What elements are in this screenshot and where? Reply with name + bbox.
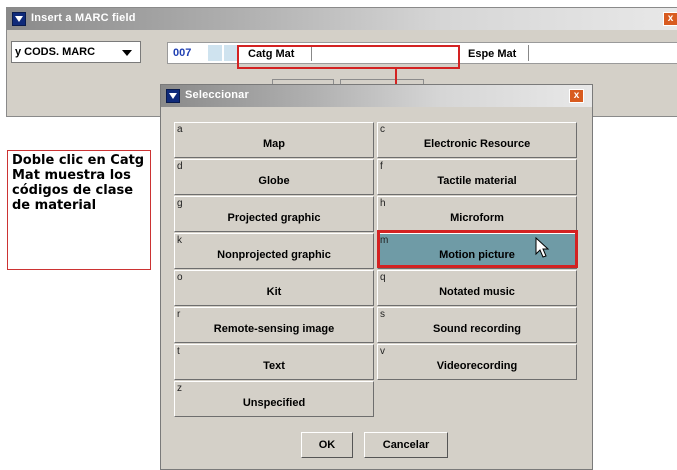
app-icon: [166, 89, 180, 103]
select-dialog: Seleccionar x a Map c Electronic Resourc…: [160, 84, 593, 470]
material-options-grid: a Map c Electronic Resource d Globe f Ta…: [174, 122, 578, 422]
option-sound-recording[interactable]: s Sound recording: [377, 307, 577, 343]
option-nonprojected-graphic[interactable]: k Nonprojected graphic: [174, 233, 374, 269]
option-notated-music[interactable]: q Notated music: [377, 270, 577, 306]
option-projected-graphic[interactable]: g Projected graphic: [174, 196, 374, 232]
dialog-title: Seleccionar: [185, 89, 249, 101]
dialog-titlebar[interactable]: Seleccionar x: [161, 85, 592, 107]
option-tactile-material[interactable]: f Tactile material: [377, 159, 577, 195]
option-electronic-resource[interactable]: c Electronic Resource: [377, 122, 577, 158]
espe-mat-label: Espe Mat: [468, 48, 517, 60]
option-text[interactable]: t Text: [174, 344, 374, 380]
window-titlebar[interactable]: Insert a MARC field x: [7, 8, 677, 30]
ok-button[interactable]: OK: [301, 432, 353, 458]
callout-text: Doble clic en Catg Mat muestra los códig…: [12, 153, 145, 213]
chevron-down-icon[interactable]: [122, 50, 132, 56]
window-title: Insert a MARC field: [31, 12, 136, 24]
option-map[interactable]: a Map: [174, 122, 374, 158]
option-kit[interactable]: o Kit: [174, 270, 374, 306]
marc-codes-combo[interactable]: y CODS. MARC: [11, 41, 141, 63]
window-close-button[interactable]: x: [663, 12, 677, 26]
cancel-button[interactable]: Cancelar: [364, 432, 448, 458]
combo-selected-value: y CODS. MARC: [15, 46, 96, 58]
annotation-callout: Doble clic en Catg Mat muestra los códig…: [7, 150, 151, 270]
app-icon: [12, 12, 26, 26]
option-videorecording[interactable]: v Videorecording: [377, 344, 577, 380]
mouse-cursor-icon: [535, 237, 550, 258]
option-globe[interactable]: d Globe: [174, 159, 374, 195]
catg-mat-highlight: [237, 45, 460, 69]
field-tag: 007: [173, 47, 192, 59]
indicator-cell[interactable]: [208, 45, 222, 61]
option-unspecified[interactable]: z Unspecified: [174, 381, 374, 417]
option-microform[interactable]: h Microform: [377, 196, 577, 232]
option-remote-sensing-image[interactable]: r Remote-sensing image: [174, 307, 374, 343]
dialog-close-button[interactable]: x: [569, 89, 584, 103]
espe-mat-input[interactable]: [528, 45, 675, 61]
indicator-cell[interactable]: [224, 45, 238, 61]
